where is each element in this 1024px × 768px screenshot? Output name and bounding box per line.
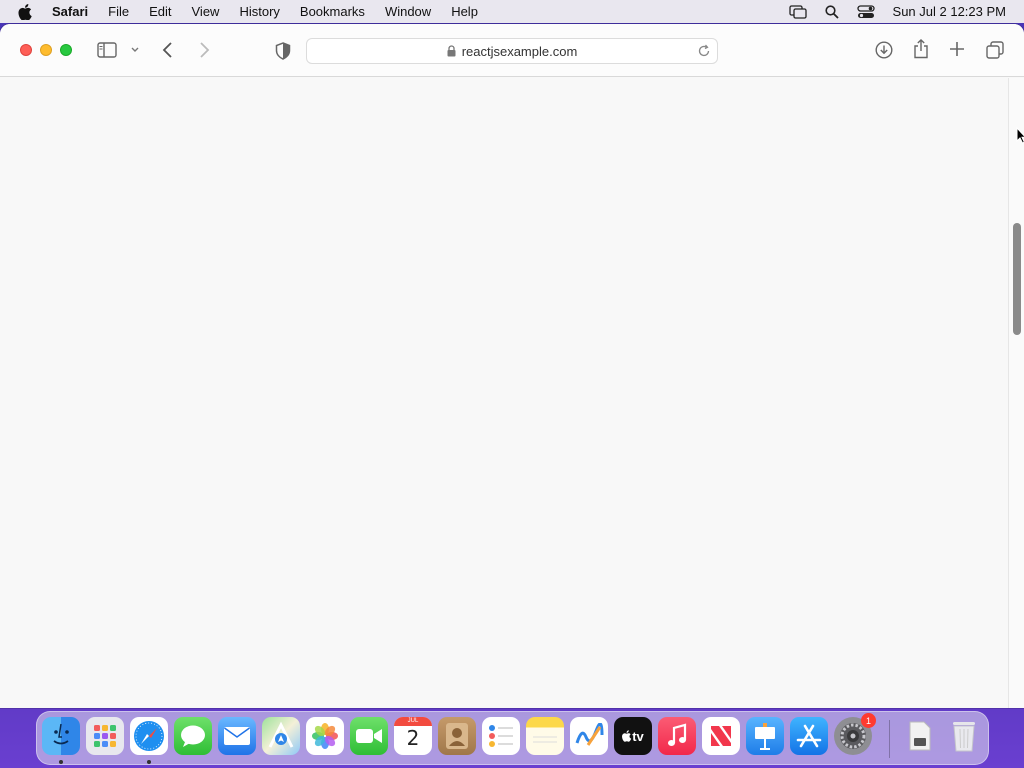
running-indicator (147, 760, 151, 764)
tab-overview-icon[interactable] (986, 41, 1004, 59)
launchpad-app-icon[interactable] (86, 717, 124, 755)
vertical-scrollbar[interactable] (1008, 78, 1024, 708)
menu-history[interactable]: History (239, 4, 279, 19)
control-center-icon[interactable] (856, 4, 875, 19)
calendar-month: JUL (407, 718, 419, 724)
calendar-app-icon[interactable]: JUL 2 (394, 717, 432, 755)
reload-icon[interactable] (697, 44, 711, 61)
menu-view[interactable]: View (192, 4, 220, 19)
downloads-stack-icon[interactable] (901, 717, 939, 755)
app-store-app-icon[interactable] (790, 717, 828, 755)
dock-separator (889, 720, 890, 758)
menu-file[interactable]: File (108, 4, 129, 19)
share-icon[interactable] (913, 39, 929, 59)
address-bar[interactable]: reactjsexample.com (306, 38, 718, 64)
trash-icon[interactable] (945, 717, 983, 755)
freeform-app-icon[interactable] (570, 717, 608, 755)
privacy-shield-icon[interactable] (275, 42, 291, 60)
forward-icon[interactable] (198, 42, 210, 58)
tv-label: tv (632, 728, 644, 744)
url-text: reactjsexample.com (461, 43, 578, 59)
finder-app-icon[interactable] (42, 717, 80, 764)
maps-app-icon[interactable] (262, 717, 300, 755)
sidebar-toggle-icon[interactable] (97, 42, 117, 58)
menu-app-name[interactable]: Safari (52, 4, 88, 19)
running-indicator (59, 760, 63, 764)
new-tab-icon[interactable] (949, 41, 965, 57)
minimize-window-button[interactable] (40, 44, 52, 56)
messages-app-icon[interactable] (174, 717, 212, 755)
close-window-button[interactable] (20, 44, 32, 56)
browser-toolbar: reactjsexample.com (0, 24, 1024, 77)
chevron-down-icon[interactable] (130, 46, 140, 54)
system-settings-app-icon[interactable]: 1 (834, 713, 876, 755)
downloads-icon[interactable] (875, 41, 893, 59)
calendar-day: 2 (406, 726, 420, 750)
music-app-icon[interactable] (658, 717, 696, 755)
menu-window[interactable]: Window (385, 4, 431, 19)
facetime-app-icon[interactable] (350, 717, 388, 755)
menu-help[interactable]: Help (451, 4, 478, 19)
safari-window: reactjsexample.com (0, 24, 1024, 708)
notification-badge: 1 (861, 713, 876, 728)
apple-logo-icon[interactable] (18, 3, 38, 20)
notes-app-icon[interactable] (526, 717, 564, 755)
photos-app-icon[interactable] (306, 717, 344, 755)
zoom-window-button[interactable] (60, 44, 72, 56)
tv-app-icon[interactable]: tv (614, 717, 652, 755)
web-page-content[interactable] (0, 78, 1008, 708)
screen-mirroring-icon[interactable] (788, 4, 807, 19)
contacts-app-icon[interactable] (438, 717, 476, 755)
safari-app-icon[interactable] (130, 717, 168, 764)
spotlight-search-icon[interactable] (824, 4, 839, 19)
menubar-clock[interactable]: Sun Jul 2 12:23 PM (893, 4, 1006, 19)
mouse-cursor-icon (1016, 126, 1024, 149)
keynote-app-icon[interactable] (746, 717, 784, 755)
news-app-icon[interactable] (702, 717, 740, 755)
menu-bar: Safari File Edit View History Bookmarks … (0, 0, 1024, 23)
lock-icon (447, 45, 456, 57)
back-icon[interactable] (162, 42, 174, 58)
menu-edit[interactable]: Edit (149, 4, 171, 19)
dock: JUL 2 tv 1 (36, 711, 989, 765)
menu-bookmarks[interactable]: Bookmarks (300, 4, 365, 19)
reminders-app-icon[interactable] (482, 717, 520, 755)
scrollbar-thumb[interactable] (1013, 223, 1021, 335)
mail-app-icon[interactable] (218, 717, 256, 755)
